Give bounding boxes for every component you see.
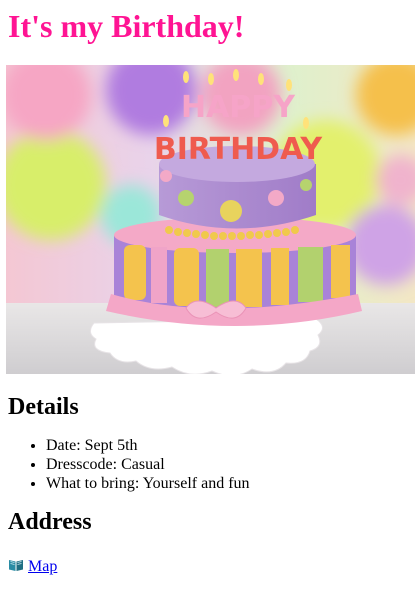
candle-text-birthday: BIRTHDAY	[154, 132, 324, 167]
map-link[interactable]: Map	[8, 558, 57, 575]
birthday-cake-image: HAPPY BIRTHDAY	[6, 65, 415, 374]
page-title: It's my Birthday!	[8, 8, 245, 44]
details-list: Date: Sept 5th Dresscode: Casual What to…	[8, 436, 409, 493]
book-icon	[9, 560, 23, 571]
candle-text-happy: HAPPY	[181, 90, 296, 125]
address-heading: Address	[8, 509, 92, 535]
details-heading: Details	[8, 394, 79, 420]
list-item: What to bring: Yourself and fun	[46, 474, 409, 493]
list-item: Date: Sept 5th	[46, 436, 409, 455]
list-item: Dresscode: Casual	[46, 455, 409, 474]
map-link-label: Map	[28, 558, 58, 575]
